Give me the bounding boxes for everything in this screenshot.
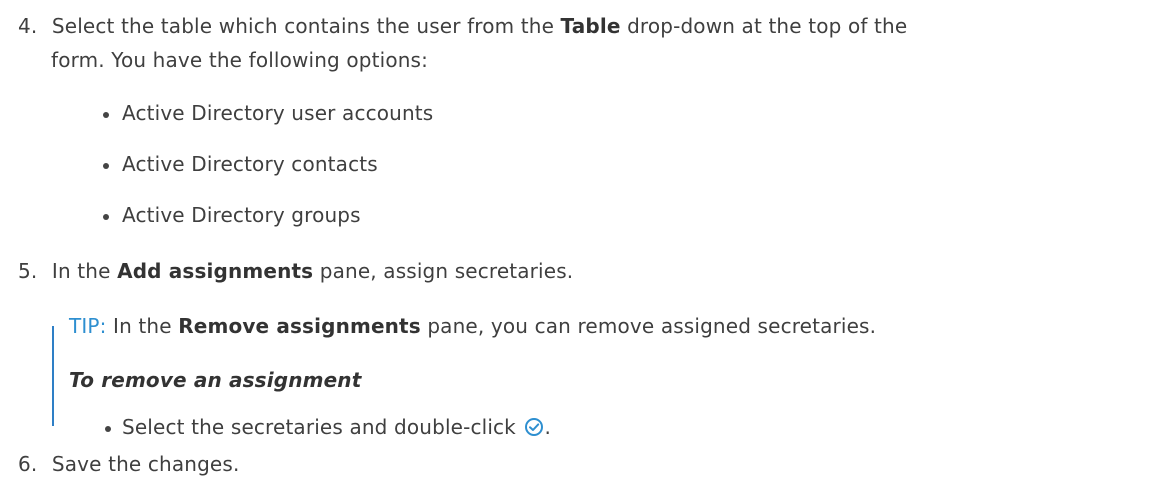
- step-6-line: 6. Save the changes.: [18, 450, 239, 478]
- step-4-number: 4.: [18, 14, 38, 38]
- tip-line: TIP: In the Remove assignments pane, you…: [69, 312, 876, 340]
- bullet-dot: [103, 214, 109, 220]
- step-4-line-1: 4. Select the table which contains the u…: [18, 12, 907, 40]
- step-5-text-post: pane, assign secretaries.: [313, 259, 574, 283]
- step-6-text: Save the changes.: [51, 452, 240, 476]
- bullet-dot: [105, 426, 111, 432]
- bullet-dot: [103, 112, 109, 118]
- step-4-text-bold: Table: [560, 14, 621, 38]
- bullet-dot: [103, 163, 109, 169]
- tip-bullet-item: Select the secretaries and double-click …: [122, 413, 551, 441]
- tip-label: TIP:: [69, 314, 107, 338]
- tip-accent-bar: [52, 326, 54, 426]
- step-4-line-2: form. You have the following options:: [51, 48, 429, 72]
- step-4-text-pre: Select the table which contains the user…: [51, 14, 561, 38]
- step-4-text-post: drop-down at the top of the: [620, 14, 908, 38]
- step-5-text-pre: In the: [51, 259, 118, 283]
- tip-text-post: pane, you can remove assigned secretarie…: [420, 314, 877, 338]
- option-item: Active Directory user accounts: [122, 101, 434, 125]
- tip-text-pre: In the: [106, 314, 179, 338]
- tip-subheading: To remove an assignment: [69, 368, 362, 392]
- option-item: Active Directory contacts: [122, 152, 378, 176]
- step-5-text-bold: Add assignments: [117, 259, 314, 283]
- tip-bullet-text: Select the secretaries and double-click: [122, 415, 516, 439]
- step-6-number: 6.: [18, 452, 38, 476]
- step-5-number: 5.: [18, 259, 38, 283]
- document: 4. Select the table which contains the u…: [0, 0, 1161, 476]
- step-5-line: 5. In the Add assignments pane, assign s…: [18, 257, 573, 285]
- tip-text-bold: Remove assignments: [178, 314, 421, 338]
- check-circle-icon: [525, 418, 544, 436]
- tip-bullet-period: .: [544, 415, 551, 439]
- option-item: Active Directory groups: [122, 203, 361, 227]
